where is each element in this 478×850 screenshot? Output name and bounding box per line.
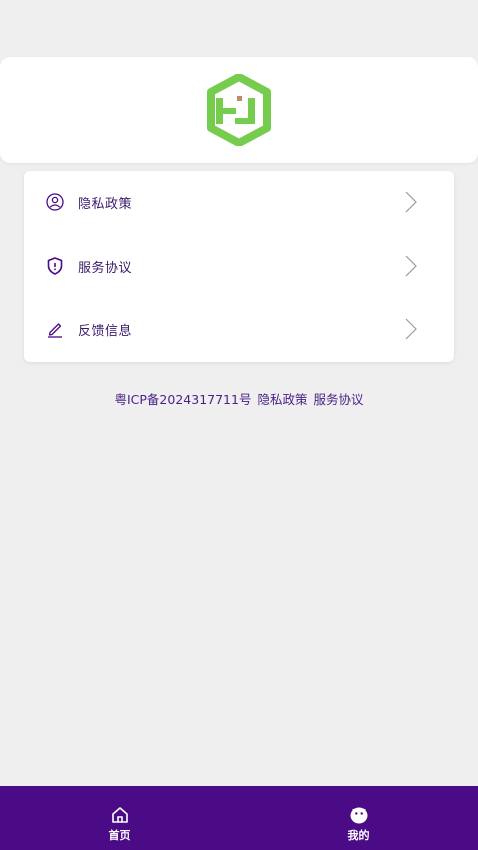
bottom-tab-bar: 首页 我的: [0, 786, 478, 850]
tab-label: 首页: [108, 829, 131, 842]
menu-item-feedback[interactable]: 反馈信息: [24, 298, 454, 360]
tab-profile[interactable]: 我的: [239, 786, 478, 850]
menu-item-label: 反馈信息: [78, 323, 133, 339]
icp-record-text: 粤ICP备2024317711号: [114, 392, 252, 407]
profile-face-icon: [350, 807, 367, 824]
settings-menu: 隐私政策 服务协议 反馈信息: [24, 171, 454, 362]
tab-label: 我的: [347, 829, 370, 842]
menu-item-terms-of-service[interactable]: 服务协议: [24, 235, 454, 297]
tab-home[interactable]: 首页: [0, 786, 239, 850]
home-icon: [111, 807, 128, 823]
menu-item-label: 服务协议: [78, 260, 133, 276]
menu-item-label: 隐私政策: [78, 196, 133, 212]
footer-links: 粤ICP备2024317711号 隐私政策 服务协议: [0, 389, 478, 408]
privacy-policy-link[interactable]: 隐私政策: [257, 389, 307, 408]
chevron-right-icon: [404, 190, 418, 214]
app-logo: [207, 74, 271, 146]
user-circle-icon: [45, 192, 65, 212]
header-card: [0, 57, 478, 163]
chevron-right-icon: [404, 317, 418, 341]
chevron-right-icon: [404, 254, 418, 278]
edit-icon: [45, 319, 65, 339]
shield-icon: [45, 256, 65, 276]
menu-item-privacy-policy[interactable]: 隐私政策: [24, 171, 454, 233]
terms-of-service-link[interactable]: 服务协议: [313, 389, 363, 408]
